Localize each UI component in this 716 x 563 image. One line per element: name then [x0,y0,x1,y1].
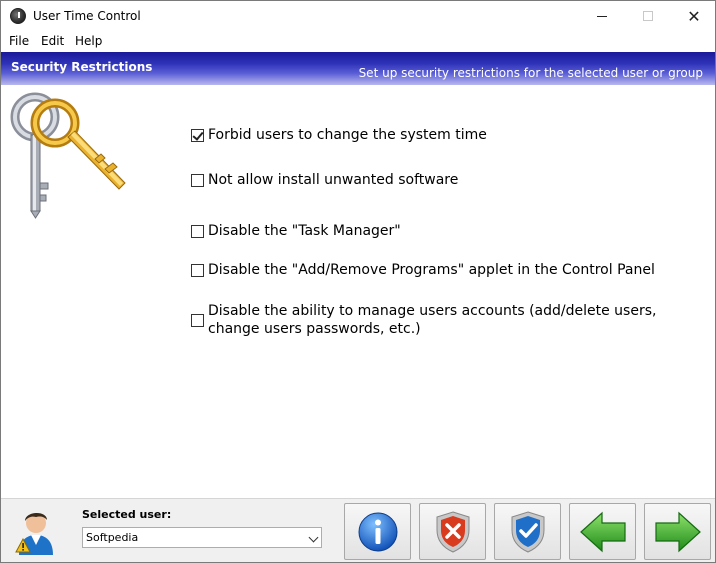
add-remove-checkbox[interactable] [191,264,204,277]
title-bar[interactable]: User Time Control ✕ [1,1,715,31]
arrow-left-icon [579,511,626,552]
shield-ok-icon [511,510,544,553]
section-title: Security Restrictions [11,60,153,74]
keys-icon [10,92,126,219]
user-accounts-label-line2: change users passwords, etc.) [208,321,421,337]
menu-edit[interactable]: Edit [41,34,64,48]
chevron-down-icon [308,532,319,543]
block-install-label: Not allow install unwanted software [208,172,459,188]
app-icon [10,8,26,24]
option-disable-user-accounts[interactable]: Disable the ability to manage users acco… [191,302,656,338]
add-remove-label: Disable the "Add/Remove Programs" applet… [208,262,655,278]
option-disable-task-manager[interactable]: Disable the "Task Manager" [191,222,401,240]
next-button[interactable] [644,503,711,560]
forbid-time-label: Forbid users to change the system time [208,127,487,143]
selected-user-value: Softpedia [86,531,139,544]
arrow-right-icon [654,511,701,552]
shield-cancel-icon [436,510,469,553]
task-manager-label: Disable the "Task Manager" [208,223,401,239]
option-disable-add-remove[interactable]: Disable the "Add/Remove Programs" applet… [191,261,655,279]
block-install-checkbox[interactable] [191,174,204,187]
menu-bar: File Edit Help [1,31,715,51]
window-title: User Time Control [33,9,141,23]
section-subtitle: Set up security restrictions for the sel… [358,66,703,80]
back-button[interactable] [569,503,636,560]
restrictions-panel: Forbid users to change the system time N… [1,85,715,498]
user-accounts-checkbox[interactable] [191,314,204,327]
app-window: User Time Control ✕ File Edit Help Secur… [0,0,716,563]
footer-bar: Selected user: Softpedia [1,499,715,562]
menu-help[interactable]: Help [75,34,102,48]
minimize-button[interactable] [579,1,625,31]
close-button[interactable]: ✕ [671,1,715,31]
user-accounts-label-line1: Disable the ability to manage users acco… [208,303,657,319]
cancel-button[interactable] [419,503,486,560]
option-forbid-time-change[interactable]: Forbid users to change the system time [191,126,487,144]
maximize-button[interactable] [625,1,671,31]
forbid-time-checkbox[interactable] [191,129,204,142]
close-icon: ✕ [687,6,701,26]
selected-user-dropdown[interactable]: Softpedia [82,527,322,548]
task-manager-checkbox[interactable] [191,225,204,238]
user-accounts-label: Disable the ability to manage users acco… [208,302,656,338]
section-header: Security Restrictions Set up security re… [1,52,715,85]
maximize-icon [643,11,653,21]
ok-button[interactable] [494,503,561,560]
menu-file[interactable]: File [9,34,29,48]
option-block-software-install[interactable]: Not allow install unwanted software [191,171,458,189]
info-icon [358,512,397,551]
user-warning-icon [15,512,53,555]
minimize-icon [597,15,607,17]
selected-user-label: Selected user: [82,508,172,521]
info-button[interactable] [344,503,411,560]
